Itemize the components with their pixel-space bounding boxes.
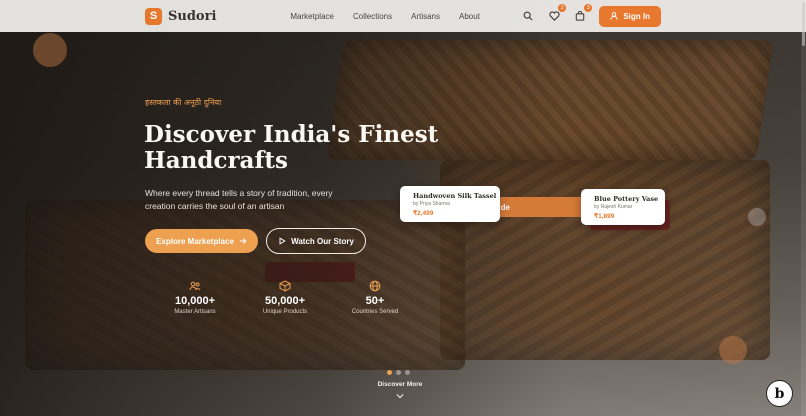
floating-action-button[interactable]: b: [766, 380, 793, 407]
stat-label: Master Artisans: [174, 309, 216, 315]
product-artisan: by Priya Sharma: [413, 200, 450, 207]
nav-actions: 2 3 Sign In: [521, 4, 661, 27]
stat-countries: 50+ Countries Served: [330, 280, 420, 315]
play-icon: [279, 237, 286, 245]
page-scrollbar[interactable]: [801, 0, 806, 416]
product-info: Blue Pottery Vase by Rajesh Kumar ₹1,899: [594, 195, 658, 220]
stat-value: 50+: [365, 295, 385, 307]
watch-story-label: Watch Our Story: [291, 236, 354, 246]
scrollbar-thumb[interactable]: [802, 2, 805, 46]
hero-title: Discover India's Finest Handcrafts: [144, 121, 439, 174]
shopping-bag-icon: [576, 11, 585, 21]
product-info: Handwoven Silk Tassel by Priya Sharma ₹2…: [413, 192, 496, 217]
nav-link-collections[interactable]: Collections: [353, 12, 392, 21]
nav-link-about[interactable]: About: [459, 12, 480, 21]
wishlist-count-badge: 2: [558, 4, 567, 12]
logo[interactable]: S Sudori: [145, 7, 217, 25]
explore-marketplace-button[interactable]: Explore Marketplace: [145, 229, 258, 253]
product-card-silk-tassel[interactable]: Handwoven Silk Tassel by Priya Sharma ₹2…: [400, 186, 500, 222]
stat-products: 50,000+ Unique Products: [240, 280, 330, 315]
product-price: ₹1,899: [594, 212, 615, 220]
search-button[interactable]: [521, 9, 535, 23]
nav-link-marketplace[interactable]: Marketplace: [290, 12, 334, 21]
stat-label: Countries Served: [351, 309, 399, 315]
chevron-down-icon[interactable]: [396, 393, 404, 399]
cart-button[interactable]: 3: [573, 4, 593, 23]
heart-icon: [549, 11, 560, 21]
stat-value: 50,000+: [264, 295, 306, 307]
globe-icon: [369, 280, 381, 292]
product-title: Blue Pottery Vase: [594, 194, 659, 203]
bokeh-light: [33, 33, 67, 67]
brand-name: Sudori: [168, 8, 217, 24]
carousel-dot-3[interactable]: [405, 370, 410, 375]
bokeh-light: [719, 336, 747, 364]
carousel-dots: [387, 370, 410, 375]
product-artisan: by Rajesh Kumar: [594, 203, 633, 210]
box-icon: [279, 280, 291, 292]
bokeh-light: [748, 208, 766, 226]
cart-count-badge: 3: [584, 4, 593, 12]
fab-logo: b: [774, 385, 785, 402]
arrow-right-icon: [239, 238, 247, 244]
floating-label-pill: de: [488, 197, 596, 217]
wishlist-button[interactable]: 2: [547, 4, 567, 23]
top-navbar: S Sudori Marketplace Collections Artisan…: [0, 0, 806, 32]
nav-link-artisans[interactable]: Artisans: [411, 12, 440, 21]
product-price: ₹2,499: [413, 209, 434, 217]
user-icon: [610, 12, 619, 20]
carousel-dot-1[interactable]: [387, 370, 392, 375]
sign-in-button[interactable]: Sign In: [599, 5, 661, 27]
carousel-dot-2[interactable]: [396, 370, 401, 375]
product-title: Handwoven Silk Tassel: [413, 191, 497, 200]
artisans-icon: [189, 281, 201, 291]
stat-artisans: 10,000+ Master Artisans: [150, 280, 240, 315]
stat-label: Unique Products: [262, 309, 308, 315]
explore-marketplace-label: Explore Marketplace: [156, 236, 234, 246]
product-card-pottery-vase[interactable]: Blue Pottery Vase by Rajesh Kumar ₹1,899: [581, 189, 665, 225]
hero-subtitle: Where every thread tells a story of trad…: [145, 188, 333, 211]
nav-links: Marketplace Collections Artisans About: [290, 12, 480, 21]
floating-label-text: de: [500, 202, 510, 212]
discover-more-link[interactable]: Discover More: [373, 381, 427, 388]
hero-eyebrow: हस्तकला की अनूठी दुनिया: [145, 98, 222, 107]
hero-stats: 10,000+ Master Artisans 50,000+ Unique P…: [150, 280, 420, 315]
watch-story-button[interactable]: Watch Our Story: [266, 228, 366, 254]
search-icon: [523, 11, 533, 21]
stat-value: 10,000+: [174, 295, 216, 307]
logo-mark: S: [145, 7, 162, 25]
sign-in-label: Sign In: [623, 11, 650, 21]
